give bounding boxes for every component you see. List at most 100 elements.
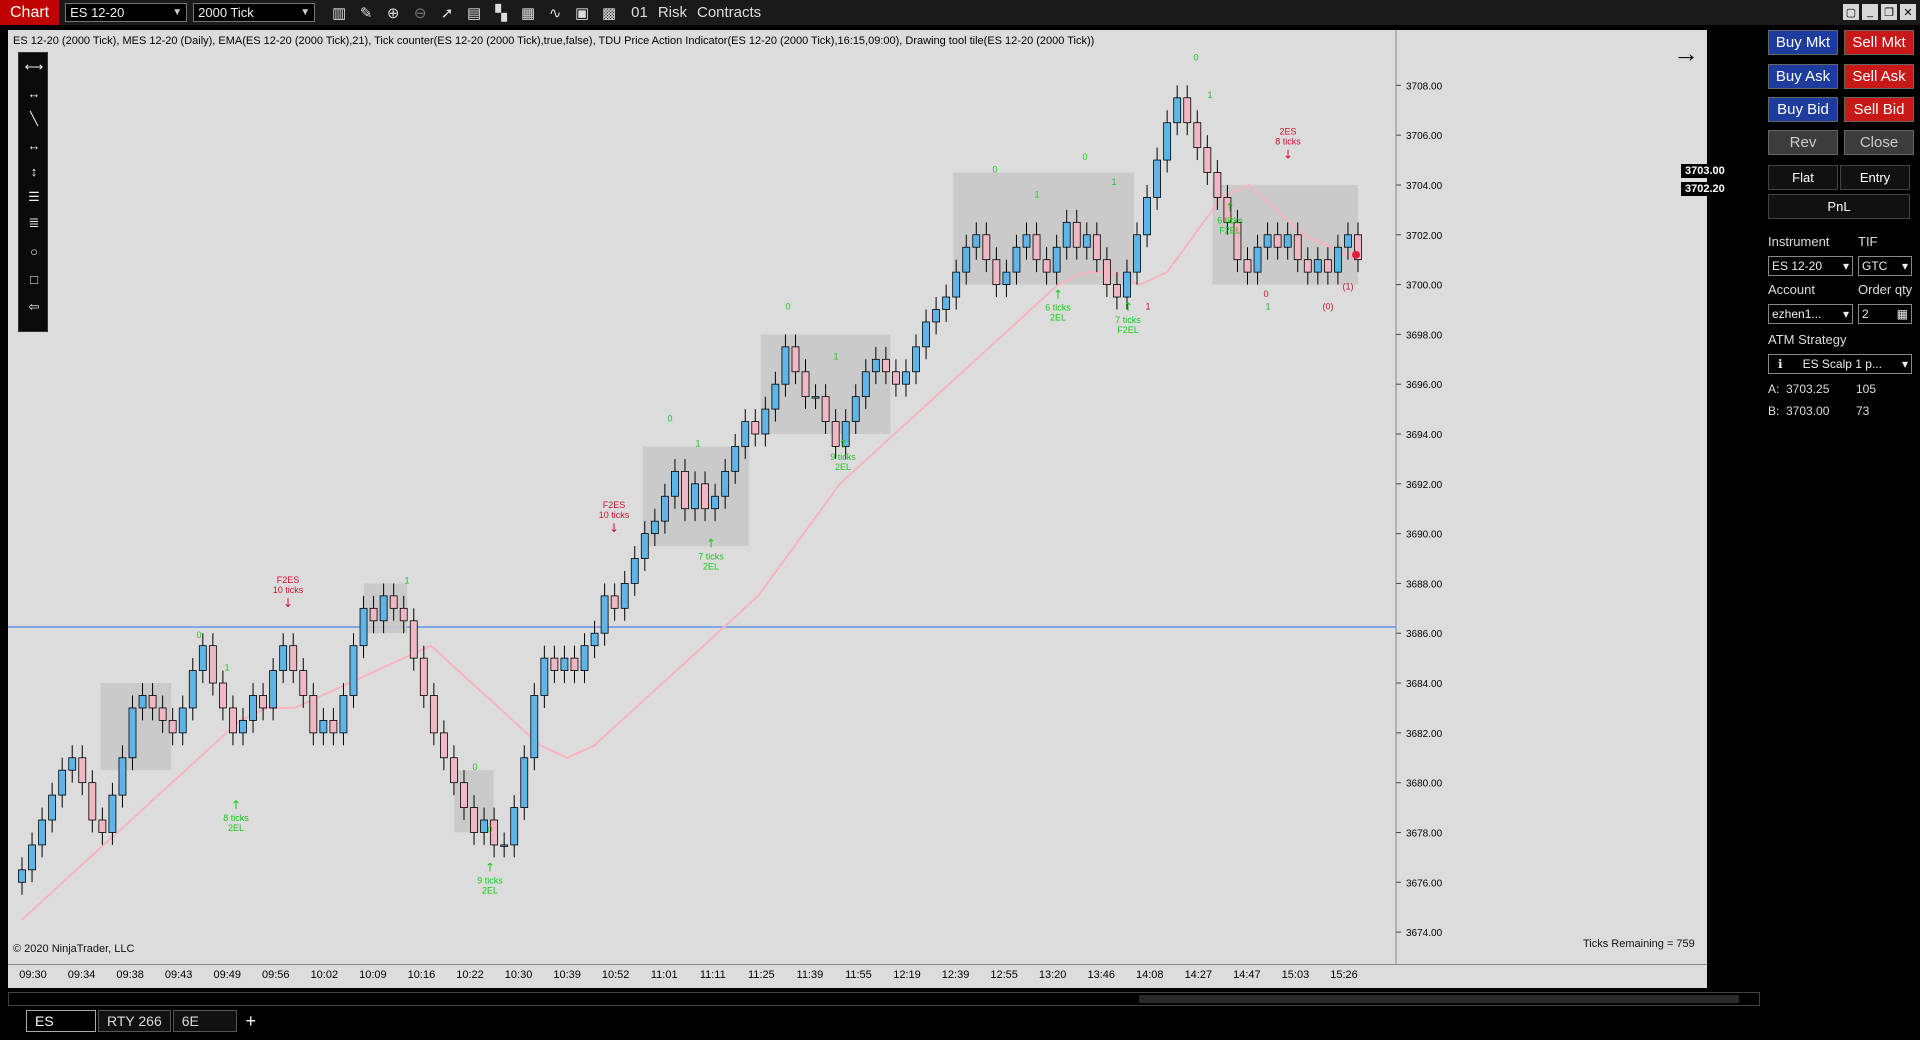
bar-type-icon[interactable]: ▥ [327,3,351,23]
candle [671,470,679,497]
arrow-left-icon[interactable]: ⇦ [19,295,49,319]
ray-icon[interactable]: ╲ [19,107,49,131]
risk-label[interactable]: Risk [658,4,687,21]
vertical-line-icon[interactable]: ↕ [19,159,49,183]
template-icon[interactable]: ▚ [489,3,513,23]
chart-panel[interactable]: 3674.00 3676.00 3678.00 3680.00 3682.00 3684.… [8,30,1729,964]
spinner-icon[interactable]: ▦ [1897,307,1908,321]
time-tick-label: 10:09 [359,969,387,981]
zoom-out-icon[interactable]: ⊖ [408,3,432,23]
fibonacci-icon[interactable]: ☰ [19,185,49,209]
candle [1203,147,1212,173]
close-icon[interactable]: ✕ [1900,4,1916,20]
candle [741,421,750,447]
candle [902,371,910,385]
candle [1183,97,1192,124]
sell-market-button[interactable]: Sell Mkt [1844,30,1914,55]
buy-ask-button[interactable]: Buy Ask [1768,64,1838,89]
candle [1213,172,1222,198]
candle [1123,271,1131,298]
time-tick-label: 09:38 [116,969,144,981]
tile-icon[interactable]: ▢ [1843,4,1859,20]
tick-counter-label: 0 [487,824,492,834]
tif-select[interactable]: GTC ▾ [1858,256,1912,276]
sell-ask-button[interactable]: Sell Ask [1844,64,1914,89]
reverse-button[interactable]: Rev [1768,130,1838,155]
candle [399,607,408,622]
buy-bid-button[interactable]: Buy Bid [1768,97,1838,122]
close-position-button[interactable]: Close [1844,130,1914,155]
chevron-down-icon: ▼ [300,7,311,18]
indicators-icon[interactable]: ▦ [516,3,540,23]
price-tick-label: 3690.00 [1406,530,1443,541]
time-tick-label: 14:27 [1184,969,1213,981]
restore-icon[interactable]: ❐ [1881,4,1897,20]
candle [861,371,870,398]
info-icon[interactable]: ℹ [1778,357,1783,371]
tick-counter-label: 0 [472,762,477,772]
candle [1082,234,1091,248]
candle [88,782,97,821]
tif-value: GTC [1862,259,1888,273]
draw-icon[interactable]: ✎ [354,3,378,23]
data-box-icon[interactable]: ▤ [462,3,486,23]
extended-line-icon[interactable]: ↔ [19,133,49,157]
horizontal-scrollbar[interactable] [8,992,1760,1006]
last-price-marker [1352,250,1360,259]
price-chart[interactable]: 3674.00 3676.00 3678.00 3680.00 3682.00 3684.… [8,30,1707,964]
price-tick-label: 3692.00 [1406,480,1443,491]
candle [982,234,991,261]
tab-6e[interactable]: 6E [172,1010,237,1032]
candle [18,869,26,883]
candle [590,632,599,647]
contracts-label[interactable]: Contracts [697,4,761,21]
line-icon[interactable]: ⟷ [19,55,49,79]
candle [58,769,67,796]
count-label[interactable]: 01 [631,4,648,21]
candle [691,483,699,510]
sell-bid-button[interactable]: Sell Bid [1844,97,1914,122]
tab-es[interactable]: ES [26,1010,96,1032]
arrow-right-icon[interactable]: → [1673,38,1699,69]
order-qty-stepper[interactable]: 2 ▦ [1858,304,1912,324]
ellipse-icon[interactable]: ○ [19,239,49,263]
account-select[interactable]: ezhen1... ▾ [1768,304,1853,324]
tick-counter-label: 1 [224,663,229,673]
ruler-icon[interactable]: ↔ [19,81,49,105]
signal-label: 8 ticks [223,813,249,823]
candle [208,645,217,684]
order-instrument-select[interactable]: ES 12-20 ▾ [1768,256,1853,276]
candle [389,595,398,609]
chart-title-tab[interactable]: Chart [0,0,60,25]
period-selector[interactable]: 2000 Tick ▼ [193,3,316,22]
add-tab-button[interactable]: + [239,1010,263,1032]
candle [701,483,709,510]
tick-counter-label: 0 [1263,289,1268,299]
scrollbar-thumb[interactable] [1139,995,1739,1003]
zoom-in-icon[interactable]: ⊕ [381,3,405,23]
candle [1133,234,1141,273]
time-axis[interactable]: 09:30 09:34 09:38 09:43 09:49 09:56 10:02 10:09… [8,964,1707,988]
tab-rty[interactable]: RTY 266 [98,1010,171,1032]
candle [379,595,388,622]
atm-strategy-select[interactable]: ℹ ES Scalp 1 p... ▾ [1768,354,1912,374]
rectangle-icon[interactable]: □ [19,267,49,291]
price-tick-label: 3676.00 [1406,878,1443,889]
fib-extension-icon[interactable]: ≣ [19,211,49,235]
candle [1334,246,1342,273]
buy-market-button[interactable]: Buy Mkt [1768,30,1838,55]
strategies-icon[interactable]: ∿ [543,3,567,23]
candle [821,396,830,422]
pnl-indicator: PnL [1768,194,1910,219]
instrument-selector[interactable]: ES 12-20 ▼ [65,3,188,22]
time-tick-label: 14:08 [1136,969,1164,981]
properties-icon[interactable]: ▣ [570,3,594,23]
candle [108,794,117,833]
pointer-icon[interactable]: ➚ [435,3,459,23]
candle [259,695,267,709]
candle [811,396,820,399]
minimize-icon[interactable]: _ [1862,4,1878,20]
candle [912,346,920,373]
chart-trader-icon[interactable]: ▩ [597,3,621,23]
tick-counter-label: (0) [1323,301,1334,311]
